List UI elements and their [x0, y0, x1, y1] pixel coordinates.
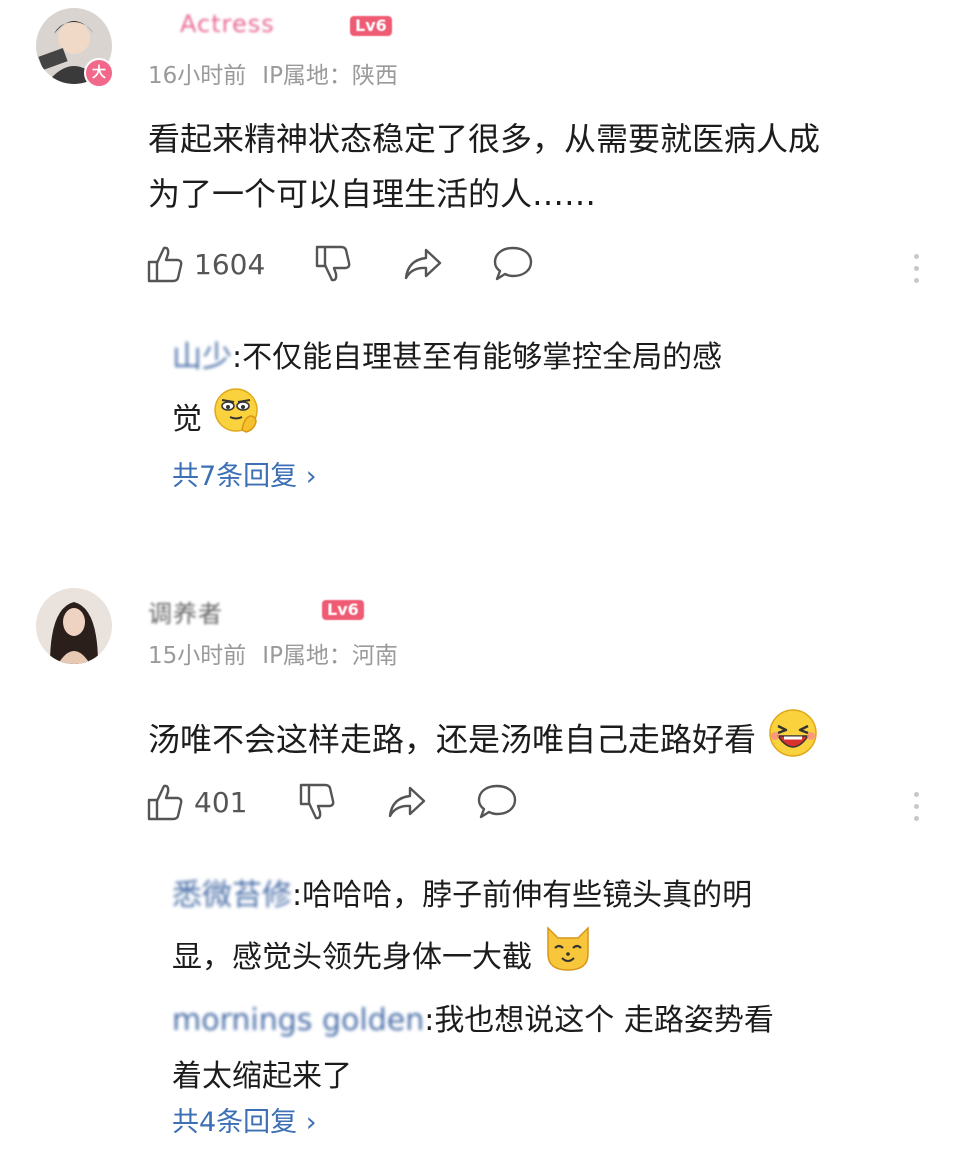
- username[interactable]: Actress: [180, 10, 275, 38]
- reply-item[interactable]: 山少:不仅能自理甚至有能够掌控全局的感 觉: [172, 330, 932, 455]
- reply-username[interactable]: 山少: [172, 340, 232, 375]
- reply-separator: :: [232, 340, 243, 375]
- speech-bubble-icon: [493, 246, 533, 281]
- comment-text-line: 为了一个可以自理生活的人……: [148, 175, 597, 213]
- view-replies-link[interactable]: 共7条回复 ›: [172, 454, 317, 493]
- dislike-button[interactable]: [298, 782, 336, 822]
- like-count: 401: [194, 785, 248, 819]
- timestamp: 16小时前: [148, 63, 247, 89]
- reply-separator: :: [424, 1003, 435, 1038]
- reply-username[interactable]: mornings golden: [172, 1003, 424, 1038]
- comment-meta: 15小时前 IP属地：河南: [148, 636, 414, 670]
- action-bar: 1604: [146, 244, 946, 288]
- thumbs-down-icon: [315, 245, 351, 282]
- like-button[interactable]: 1604: [146, 244, 265, 284]
- like-count: 1604: [194, 247, 266, 281]
- verified-badge: 大: [84, 58, 114, 88]
- smirk-emoji-icon: [212, 386, 262, 455]
- ip-location: IP属地：河南: [262, 643, 398, 669]
- avatar[interactable]: [36, 588, 112, 664]
- reply-text: 我也想说这个 走路姿势看: [434, 1003, 774, 1038]
- reply-item[interactable]: mornings golden:我也想说这个 走路姿势看 着太缩起来了: [172, 993, 932, 1105]
- speech-bubble-icon: [477, 784, 517, 819]
- reply-item[interactable]: 悉微苔修:哈哈哈，脖子前伸有些镜头真的明 显，感觉头领先身体一大截: [172, 868, 932, 993]
- reply-text: 着太缩起来了: [172, 1059, 352, 1094]
- thumbs-up-icon: [147, 784, 183, 821]
- ip-location: IP属地：陕西: [262, 63, 398, 89]
- reply-text: 哈哈哈，脖子前伸有些镜头真的明: [302, 878, 753, 913]
- more-options-icon[interactable]: [914, 792, 920, 828]
- action-bar: 401: [146, 782, 946, 826]
- comment-text: 汤唯不会这样走路，还是汤唯自己走路好看: [148, 706, 948, 777]
- share-icon: [388, 786, 426, 818]
- share-button[interactable]: [386, 782, 428, 822]
- comment-text-line: 看起来精神状态稳定了很多，从需要就医病人成: [148, 120, 821, 158]
- thumbs-down-icon: [299, 783, 335, 820]
- laughing-emoji-icon: [766, 706, 820, 777]
- level-badge: Lv6: [350, 16, 392, 36]
- share-button[interactable]: [402, 244, 444, 284]
- reply-text: 觉: [172, 402, 202, 437]
- like-button[interactable]: 401: [146, 782, 247, 822]
- timestamp: 15小时前: [148, 643, 247, 669]
- dislike-button[interactable]: [314, 244, 352, 284]
- more-options-icon[interactable]: [914, 254, 920, 290]
- reply-list: 悉微苔修:哈哈哈，脖子前伸有些镜头真的明 显，感觉头领先身体一大截 mornin…: [172, 868, 932, 1105]
- level-badge: Lv6: [322, 600, 364, 620]
- view-replies-link[interactable]: 共4条回复 ›: [172, 1100, 317, 1139]
- comment-2: 调养者 Lv6 15小时前 IP属地：河南 汤唯不会这样走路，还是汤唯自己走路好看…: [0, 580, 960, 1152]
- thumbs-up-icon: [147, 246, 183, 283]
- reply-separator: :: [292, 878, 303, 913]
- comment-1: 大 Actress Lv6 16小时前 IP属地：陕西 看起来精神状态稳定了很多，…: [0, 0, 960, 540]
- share-icon: [404, 248, 442, 280]
- comment-text-line: 汤唯不会这样走路，还是汤唯自己走路好看: [148, 720, 757, 759]
- username[interactable]: 调养者: [148, 594, 223, 629]
- comment-button[interactable]: [476, 782, 518, 822]
- reply-text: 显，感觉头领先身体一大截: [172, 940, 532, 975]
- comment-button[interactable]: [492, 244, 534, 284]
- reply-text: 不仅能自理甚至有能够掌控全局的感: [242, 340, 723, 375]
- reply-list: 山少:不仅能自理甚至有能够掌控全局的感 觉: [172, 330, 932, 455]
- cat-emoji-icon: [542, 924, 594, 993]
- comment-text: 看起来精神状态稳定了很多，从需要就医病人成 为了一个可以自理生活的人……: [148, 112, 948, 222]
- comment-meta: 16小时前 IP属地：陕西: [148, 56, 414, 90]
- reply-username[interactable]: 悉微苔修: [172, 878, 292, 913]
